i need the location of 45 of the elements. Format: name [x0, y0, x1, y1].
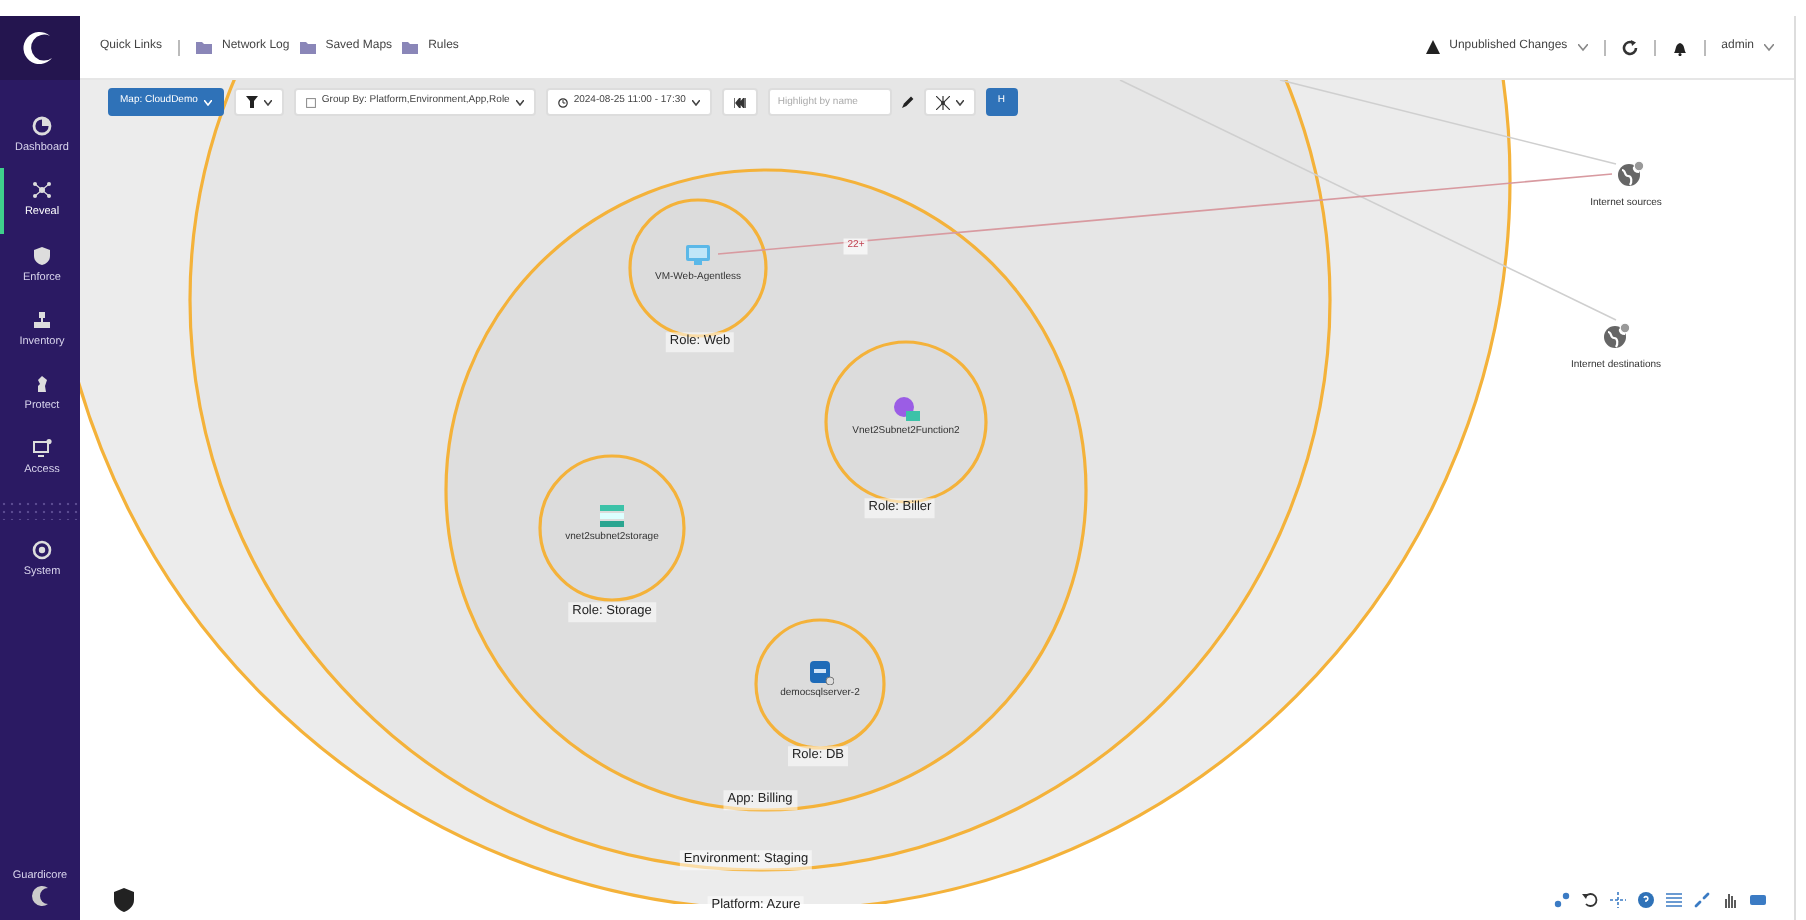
help-icon[interactable] [1638, 892, 1654, 908]
nav-icon [32, 438, 52, 459]
folder-icon [402, 40, 419, 54]
caret-icon [263, 99, 272, 105]
refresh-icon[interactable] [1621, 39, 1638, 55]
folder-icon [196, 40, 213, 54]
nav-icon [32, 180, 52, 201]
bell-icon[interactable] [1671, 39, 1688, 55]
filter-button[interactable] [233, 88, 284, 116]
layout-button[interactable] [923, 88, 976, 116]
caret-icon [691, 99, 700, 105]
nav-icon [32, 116, 52, 136]
nav-icon [32, 309, 52, 330]
pencil-icon[interactable] [901, 96, 914, 108]
role-boundary [628, 198, 768, 338]
caret-icon [515, 99, 524, 105]
square-icon [305, 97, 316, 107]
caret-icon [1577, 43, 1588, 51]
crescent-logo-icon[interactable] [22, 30, 58, 66]
share-icon[interactable] [1554, 892, 1570, 908]
folder-icon [299, 40, 316, 54]
warning-icon [1425, 40, 1440, 54]
nav-icon [32, 374, 52, 394]
caret-icon [1764, 43, 1774, 51]
clock-icon [557, 97, 568, 107]
database-icon[interactable] [806, 659, 834, 685]
globe-icon[interactable] [1616, 160, 1644, 188]
role-boundary [754, 618, 886, 750]
gear-icon [32, 539, 52, 559]
move-icon[interactable] [1610, 892, 1626, 908]
caret-icon [203, 99, 212, 105]
shield-icon [32, 245, 52, 265]
globe-icon[interactable] [1602, 322, 1630, 350]
undo-icon[interactable] [1582, 892, 1598, 908]
function-icon[interactable] [892, 397, 920, 423]
logo-icon [28, 884, 52, 908]
storage-icon[interactable] [598, 503, 626, 529]
filter-icon [245, 96, 258, 108]
caret-icon [955, 99, 964, 105]
list-icon[interactable] [1666, 892, 1682, 908]
skip-icon [733, 97, 746, 107]
network-icon [935, 95, 950, 109]
shield-icon[interactable] [114, 888, 134, 912]
link-icon[interactable] [1694, 892, 1710, 908]
skip-to-end-button[interactable] [721, 88, 758, 116]
